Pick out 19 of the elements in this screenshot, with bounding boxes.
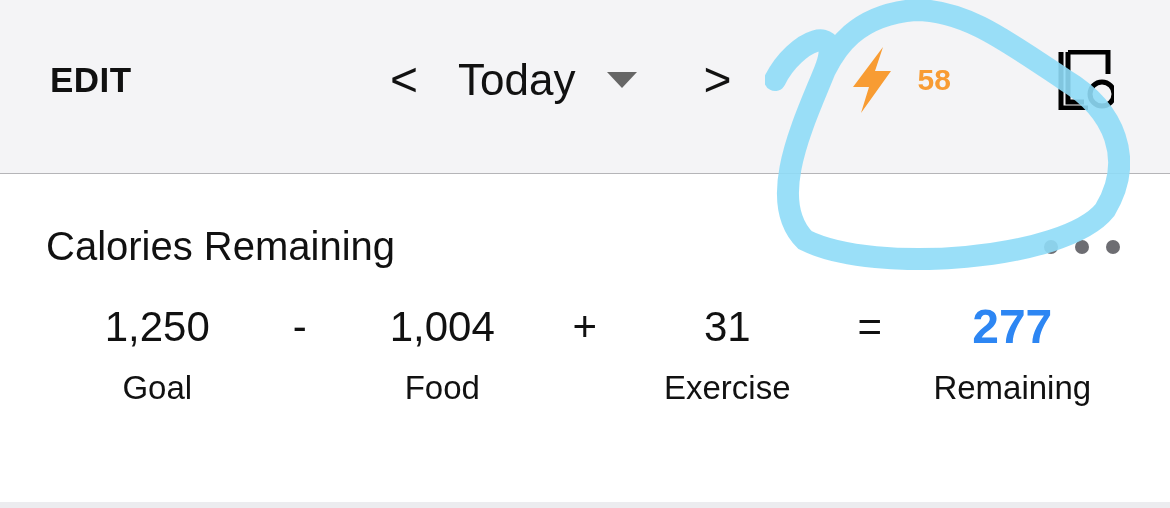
caret-icon xyxy=(607,71,638,88)
calorie-value: 277 xyxy=(972,299,1053,355)
calorie-label: Remaining xyxy=(933,369,1092,407)
lightning-icon xyxy=(853,46,892,113)
date-selector[interactable]: Today xyxy=(458,54,576,105)
calorie-value: 1,250 xyxy=(104,302,210,352)
calorie-label: Goal xyxy=(122,369,193,407)
operator-sign: = xyxy=(856,302,883,352)
calorie-label: Food xyxy=(404,369,480,407)
edit-button[interactable]: EDIT xyxy=(50,59,380,100)
calorie-value: 31 xyxy=(703,302,751,352)
calorie-label: Exercise xyxy=(663,369,791,407)
operator-sign: + xyxy=(571,302,598,352)
calorie-value: 1,004 xyxy=(389,302,495,352)
operator-sign: - xyxy=(291,302,308,352)
previous-day-button[interactable]: < xyxy=(380,52,429,107)
next-day-button[interactable]: > xyxy=(693,52,742,107)
card-title: Calories Remaining xyxy=(46,224,396,269)
streak-count: 58 xyxy=(917,62,951,97)
